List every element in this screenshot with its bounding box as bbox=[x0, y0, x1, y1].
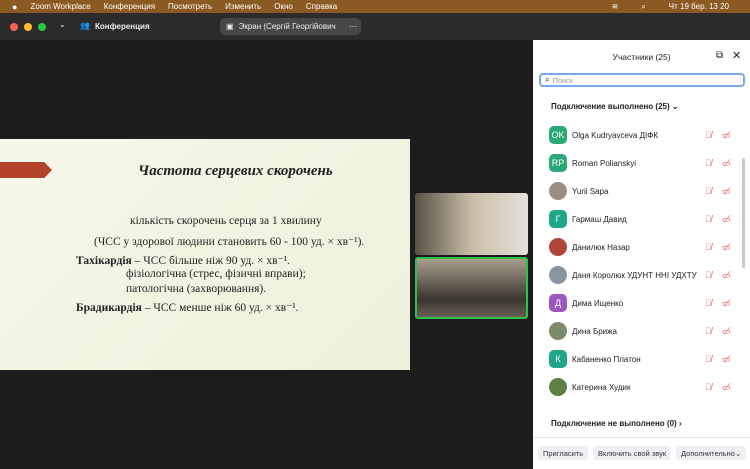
close-window-button[interactable] bbox=[10, 23, 18, 31]
participant-row[interactable]: RP Roman Polianskyi 🎙̸ ▭̸ bbox=[549, 153, 739, 173]
avatar: Г bbox=[549, 210, 567, 228]
participant-name: Даня Королюк УДУНТ ННІ УДХТУ bbox=[572, 270, 697, 280]
participant-name: Кабаненко Платон bbox=[572, 354, 641, 364]
menu-help[interactable]: Справка bbox=[306, 2, 337, 11]
video-off-icon[interactable]: ▭̸ bbox=[722, 298, 731, 309]
avatar: Д bbox=[549, 294, 567, 312]
slide-line: фізіологічна (стрес, фізичні вправи); bbox=[126, 268, 306, 280]
participant-row[interactable]: Г Гармаш Давид 🎙̸ ▭̸ bbox=[549, 209, 739, 229]
video-off-icon[interactable]: ▭̸ bbox=[722, 242, 731, 253]
not-connected-section-header[interactable]: Подключение не выполнено (0) › bbox=[551, 419, 682, 428]
close-icon[interactable]: ✕ bbox=[732, 49, 741, 62]
menu-app[interactable]: Zoom Workplace bbox=[30, 2, 90, 11]
meeting-title: Конференция bbox=[95, 22, 150, 31]
menu-window[interactable]: Окно bbox=[274, 2, 293, 11]
slide-line: (ЧСС у здорової людини становить 60 - 10… bbox=[94, 236, 365, 248]
avatar: RP bbox=[549, 154, 567, 172]
participant-row[interactable]: К Кабаненко Платон 🎙̸ ▭̸ bbox=[549, 349, 739, 369]
video-off-icon[interactable]: ▭̸ bbox=[722, 382, 731, 393]
apple-icon[interactable]: ● bbox=[12, 2, 17, 12]
more-icon[interactable]: ⋯ bbox=[349, 22, 357, 31]
menu-conference[interactable]: Конференция bbox=[104, 2, 155, 11]
unmute-button[interactable]: Включить свой звук bbox=[593, 446, 672, 460]
mic-muted-icon[interactable]: 🎙̸ bbox=[705, 186, 712, 196]
video-off-icon[interactable]: ▭̸ bbox=[722, 186, 731, 197]
avatar bbox=[549, 322, 567, 340]
participant-name: Roman Polianskyi bbox=[572, 158, 637, 168]
participant-name: Гармаш Давид bbox=[572, 214, 627, 224]
participant-row[interactable]: OK Olga Kudryavceva ДІФК 🎙̸ ▭̸ bbox=[549, 125, 739, 145]
slide-line: Брадикардія – ЧСС менше ніж 60 уд. × хв⁻… bbox=[76, 302, 299, 314]
search-input[interactable]: ⌕ Поиск bbox=[539, 73, 745, 87]
more-button[interactable]: Дополнительно ⌄ bbox=[676, 446, 747, 460]
mic-muted-icon[interactable]: 🎙̸ bbox=[705, 326, 712, 336]
maximize-window-button[interactable] bbox=[38, 23, 46, 31]
screen-share-indicator[interactable]: ▣ Экран (Сергій Георгійович ⋯ bbox=[220, 18, 361, 35]
participants-icon: 👥 bbox=[80, 21, 90, 30]
mic-muted-icon[interactable]: 🎙̸ bbox=[705, 242, 712, 252]
video-tile[interactable] bbox=[415, 193, 528, 255]
participant-row[interactable]: Даня Королюк УДУНТ ННІ УДХТУ 🎙̸ ▭̸ bbox=[549, 265, 739, 285]
search-icon[interactable]: ⌕ bbox=[641, 2, 645, 12]
participant-row[interactable]: Дина Брижа 🎙̸ ▭̸ bbox=[549, 321, 739, 341]
mic-muted-icon[interactable]: 🎙̸ bbox=[705, 382, 712, 392]
menu-view[interactable]: Посмотреть bbox=[168, 2, 212, 11]
participant-name: Данилюк Назар bbox=[572, 242, 630, 252]
slide-title: Частота серцевих скорочень bbox=[138, 163, 333, 179]
menu-bar: ● Zoom Workplace Конференция Посмотреть … bbox=[0, 0, 750, 13]
participant-name: Дима Ищенко bbox=[572, 298, 624, 308]
participant-name: Yurii Sapa bbox=[572, 186, 609, 196]
clock[interactable]: Чт 19 бер. 13 20 bbox=[669, 2, 729, 11]
avatar bbox=[549, 266, 567, 284]
menu-edit[interactable]: Изменить bbox=[225, 2, 261, 11]
avatar bbox=[549, 378, 567, 396]
participants-panel: Участники (25) ⧉ ✕ ⌕ Поиск Подключение в… bbox=[533, 40, 750, 469]
minimize-window-button[interactable] bbox=[24, 23, 32, 31]
mic-muted-icon[interactable]: 🎙̸ bbox=[705, 298, 712, 308]
avatar: OK bbox=[549, 126, 567, 144]
screen-icon: ▣ bbox=[226, 22, 234, 31]
avatar: К bbox=[549, 350, 567, 368]
participant-name: Olga Kudryavceva ДІФК bbox=[572, 130, 658, 140]
video-off-icon[interactable]: ▭̸ bbox=[722, 130, 731, 141]
video-off-icon[interactable]: ▭̸ bbox=[722, 270, 731, 281]
video-off-icon[interactable]: ▭̸ bbox=[722, 326, 731, 337]
participant-name: Катерина Худик bbox=[572, 382, 631, 392]
participant-row[interactable]: Катерина Худик 🎙̸ ▭̸ bbox=[549, 377, 739, 397]
connected-section-header[interactable]: Подключение выполнено (25) ⌄ bbox=[551, 102, 679, 111]
shared-slide: Частота серцевих скорочень кількість ско… bbox=[0, 139, 410, 370]
video-off-icon[interactable]: ▭̸ bbox=[722, 158, 731, 169]
title-bar: ⌄ 👥 Конференция ▣ Экран (Сергій Георгійо… bbox=[0, 13, 750, 40]
slide-accent-arrow bbox=[0, 162, 52, 178]
mic-muted-icon[interactable]: 🎙̸ bbox=[705, 214, 712, 224]
avatar bbox=[549, 182, 567, 200]
participant-name: Дина Брижа bbox=[572, 326, 617, 336]
mic-muted-icon[interactable]: 🎙̸ bbox=[705, 354, 712, 364]
participant-row[interactable]: Д Дима Ищенко 🎙̸ ▭̸ bbox=[549, 293, 739, 313]
participant-row[interactable]: Данилюк Назар 🎙̸ ▭̸ bbox=[549, 237, 739, 257]
scrollbar[interactable] bbox=[742, 158, 745, 268]
slide-line: Тахікардія – ЧСС більше ніж 90 уд. × хв⁻… bbox=[76, 255, 290, 267]
mic-muted-icon[interactable]: 🎙̸ bbox=[705, 270, 712, 280]
avatar bbox=[549, 238, 567, 256]
slide-line: патологічна (захворювання). bbox=[126, 283, 267, 295]
mic-muted-icon[interactable]: 🎙̸ bbox=[705, 158, 712, 168]
video-off-icon[interactable]: ▭̸ bbox=[722, 214, 731, 225]
video-off-icon[interactable]: ▭̸ bbox=[722, 354, 731, 365]
search-icon: ⌕ bbox=[545, 75, 550, 84]
invite-button[interactable]: Пригласить bbox=[538, 446, 589, 460]
wifi-icon[interactable]: ≋ bbox=[612, 2, 619, 11]
slide-line: кількість скорочень серця за 1 хвилину bbox=[130, 215, 322, 227]
mic-muted-icon[interactable]: 🎙̸ bbox=[705, 130, 712, 140]
popout-icon[interactable]: ⧉ bbox=[716, 50, 723, 61]
participant-row[interactable]: Yurii Sapa 🎙̸ ▭̸ bbox=[549, 181, 739, 201]
chevron-down-icon[interactable]: ⌄ bbox=[59, 20, 66, 29]
video-tile-active-speaker[interactable] bbox=[415, 257, 528, 319]
